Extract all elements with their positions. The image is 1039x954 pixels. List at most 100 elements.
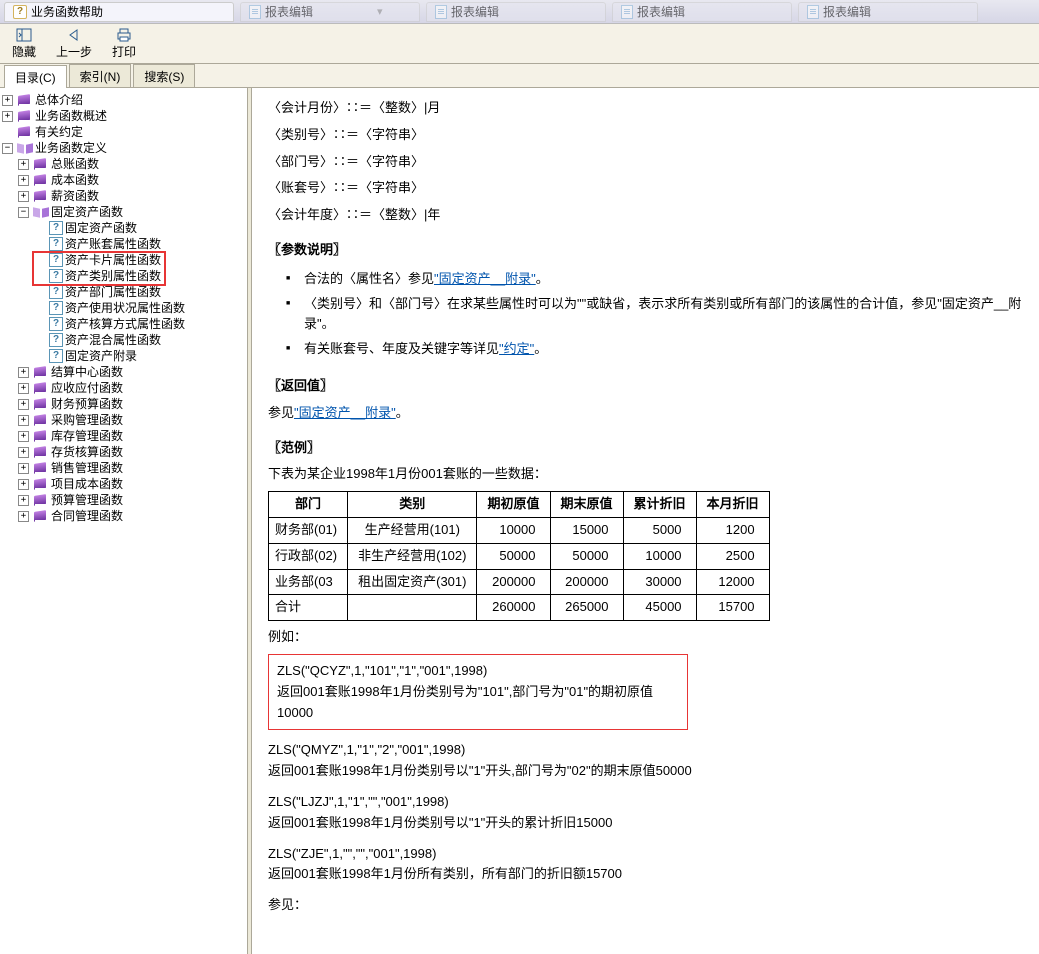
expand-icon[interactable]: + bbox=[2, 111, 13, 122]
tree-leaf[interactable]: ?资产账套属性函数 bbox=[34, 236, 245, 252]
expand-icon[interactable]: + bbox=[18, 463, 29, 474]
collapse-icon[interactable]: − bbox=[2, 143, 13, 154]
tree-leaf[interactable]: ?固定资产函数 bbox=[34, 220, 245, 236]
tree-label: 总账函数 bbox=[51, 156, 99, 172]
back-label: 上一步 bbox=[56, 43, 92, 60]
table-cell: 45000 bbox=[623, 595, 696, 621]
table-cell: 15000 bbox=[550, 517, 623, 543]
tab-label: 报表编辑 bbox=[265, 3, 313, 20]
tree-node[interactable]: +结算中心函数 bbox=[18, 364, 245, 380]
table-cell: 10000 bbox=[477, 517, 550, 543]
tree-leaf[interactable]: ?资产核算方式属性函数 bbox=[34, 316, 245, 332]
tab-search[interactable]: 搜索(S) bbox=[133, 64, 195, 87]
help-topic-icon: ? bbox=[49, 349, 63, 363]
tree-node[interactable]: +合同管理函数 bbox=[18, 508, 245, 524]
link-appendix[interactable]: "固定资产__附录" bbox=[434, 271, 536, 286]
expand-icon[interactable]: + bbox=[18, 175, 29, 186]
toolbar: 隐藏 上一步 打印 bbox=[0, 24, 1039, 64]
title-tab-3[interactable]: 报表编辑 bbox=[426, 2, 606, 22]
bullet-text: 。 bbox=[534, 341, 547, 356]
tree-label: 固定资产函数 bbox=[65, 220, 137, 236]
result-line: 返回001套账1998年1月份类别号以"1"开头的累计折旧15000 bbox=[268, 813, 1023, 834]
table-header: 累计折旧 bbox=[623, 492, 696, 518]
tree-label: 资产卡片属性函数 bbox=[65, 252, 161, 268]
title-tab-5[interactable]: 报表编辑 bbox=[798, 2, 978, 22]
tree-label: 固定资产附录 bbox=[65, 348, 137, 364]
tree-leaf[interactable]: ?资产卡片属性函数 bbox=[34, 252, 245, 268]
tree-node[interactable]: −业务函数定义 bbox=[2, 140, 245, 156]
tree-label: 销售管理函数 bbox=[51, 460, 123, 476]
tree-label: 有关约定 bbox=[35, 124, 83, 140]
tree-pane[interactable]: +总体介绍 +业务函数概述 有关约定 −业务函数定义 + 总账函数 +成本函数 +… bbox=[0, 88, 248, 954]
tree-label: 资产核算方式属性函数 bbox=[65, 316, 185, 332]
expand-icon[interactable]: + bbox=[18, 415, 29, 426]
tree-node[interactable]: +项目成本函数 bbox=[18, 476, 245, 492]
table-cell: 5000 bbox=[623, 517, 696, 543]
back-button[interactable]: 上一步 bbox=[50, 26, 98, 61]
title-tab-2[interactable]: 报表编辑 ▾ bbox=[240, 2, 420, 22]
expand-icon[interactable]: + bbox=[18, 431, 29, 442]
code-line: ZLS("QCYZ",1,"101","1","001",1998) bbox=[277, 661, 679, 682]
tree-node[interactable]: +应收应付函数 bbox=[18, 380, 245, 396]
tree-node[interactable]: + 销售管理函数 bbox=[18, 460, 245, 476]
link-convention[interactable]: "约定" bbox=[499, 341, 534, 356]
expand-icon[interactable]: + bbox=[2, 95, 13, 106]
tree-node[interactable]: +存货核算函数 bbox=[18, 444, 245, 460]
tab-label: 报表编辑 bbox=[823, 3, 871, 20]
expand-icon[interactable]: + bbox=[18, 399, 29, 410]
window-title: 业务函数帮助 bbox=[31, 3, 103, 20]
expand-icon[interactable]: + bbox=[18, 447, 29, 458]
tree-node[interactable]: + 总账函数 bbox=[18, 156, 245, 172]
tree-node[interactable]: − 固定资产函数 bbox=[18, 204, 245, 220]
expand-icon[interactable]: + bbox=[18, 367, 29, 378]
title-tab-main[interactable]: ? 业务函数帮助 bbox=[4, 2, 234, 22]
tree-node[interactable]: +库存管理函数 bbox=[18, 428, 245, 444]
expand-icon[interactable]: + bbox=[18, 191, 29, 202]
bullet-text: 有关账套号、年度及关键字等详见 bbox=[304, 341, 499, 356]
bullet-item: 有关账套号、年度及关键字等详见"约定"。 bbox=[304, 337, 1023, 362]
definition-line: 〈类别号〉∷＝〈字符串〉 bbox=[268, 125, 1023, 146]
tree-node[interactable]: +成本函数 bbox=[18, 172, 245, 188]
link-appendix[interactable]: "固定资产__附录" bbox=[294, 405, 396, 420]
expand-icon bbox=[2, 127, 13, 138]
expand-icon[interactable]: + bbox=[18, 495, 29, 506]
tree-node[interactable]: + 采购管理函数 bbox=[18, 412, 245, 428]
content-pane[interactable]: 〈会计月份〉∷＝〈整数〉|月 〈类别号〉∷＝〈字符串〉 〈部门号〉∷＝〈字符串〉… bbox=[252, 88, 1039, 954]
table-header-row: 部门 类别 期初原值 期末原值 累计折旧 本月折旧 bbox=[269, 492, 770, 518]
result-line: 返回001套账1998年1月份类别号为"101",部门号为"01"的期初原值10… bbox=[277, 682, 679, 724]
tree-leaf[interactable]: ?资产类别属性函数 bbox=[34, 268, 245, 284]
tab-label: 报表编辑 bbox=[451, 3, 499, 20]
tab-index[interactable]: 索引(N) bbox=[69, 64, 132, 87]
example-block: ZLS("ZJE",1,"","","001",1998) 返回001套账199… bbox=[268, 844, 1023, 886]
table-header: 本月折旧 bbox=[696, 492, 769, 518]
close-icon[interactable]: ▾ bbox=[377, 5, 383, 18]
tree-leaf[interactable]: ?资产使用状况属性函数 bbox=[34, 300, 245, 316]
tree-node[interactable]: +预算管理函数 bbox=[18, 492, 245, 508]
book-icon bbox=[33, 189, 49, 203]
book-icon bbox=[33, 429, 49, 443]
expand-icon[interactable]: + bbox=[18, 511, 29, 522]
doc-icon bbox=[621, 5, 633, 19]
tree-label: 资产账套属性函数 bbox=[65, 236, 161, 252]
tree-node[interactable]: +薪资函数 bbox=[18, 188, 245, 204]
tree-node[interactable]: +总体介绍 bbox=[2, 92, 245, 108]
tree-node[interactable]: +业务函数概述 bbox=[2, 108, 245, 124]
example-label: 例如： bbox=[268, 627, 1023, 648]
tree-leaf[interactable]: ?资产混合属性函数 bbox=[34, 332, 245, 348]
title-tab-4[interactable]: 报表编辑 bbox=[612, 2, 792, 22]
tree-leaf[interactable]: ?资产部门属性函数 bbox=[34, 284, 245, 300]
tree-label: 采购管理函数 bbox=[51, 412, 123, 428]
table-header: 类别 bbox=[348, 492, 477, 518]
expand-icon[interactable]: + bbox=[18, 383, 29, 394]
tree-label: 固定资产函数 bbox=[51, 204, 123, 220]
collapse-icon[interactable]: − bbox=[18, 207, 29, 218]
tree-node[interactable]: +财务预算函数 bbox=[18, 396, 245, 412]
tree-node[interactable]: 有关约定 bbox=[2, 124, 245, 140]
tree-leaf[interactable]: ?固定资产附录 bbox=[34, 348, 245, 364]
tab-toc[interactable]: 目录(C) bbox=[4, 65, 67, 88]
print-button[interactable]: 打印 bbox=[106, 26, 142, 61]
expand-icon[interactable]: + bbox=[18, 479, 29, 490]
help-window: ? 业务函数帮助 报表编辑 ▾ 报表编辑 报表编辑 报表编辑 隐藏 bbox=[0, 0, 1039, 954]
expand-icon[interactable]: + bbox=[18, 159, 29, 170]
hide-button[interactable]: 隐藏 bbox=[6, 26, 42, 61]
